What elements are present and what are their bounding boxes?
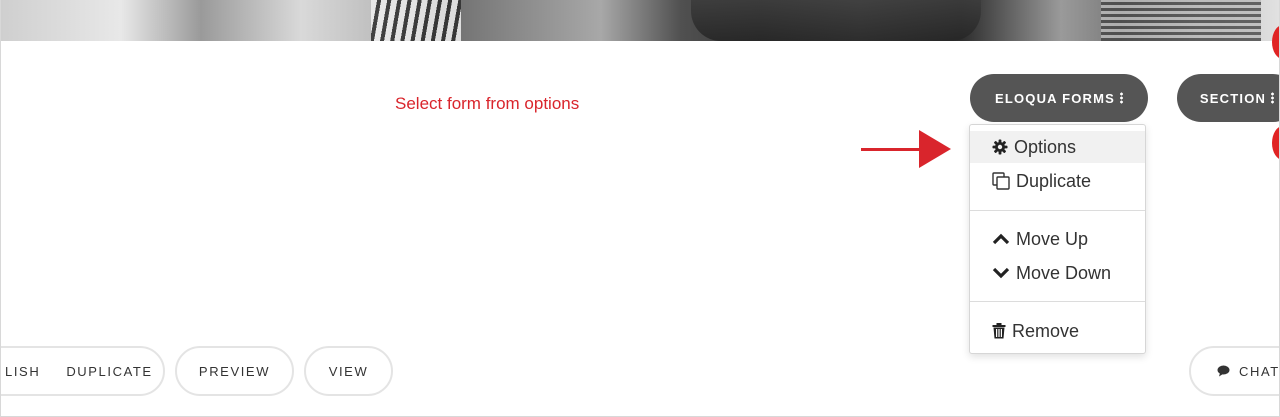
instruction-text: Select form from options (395, 94, 580, 113)
publish-label[interactable]: LISH (5, 364, 40, 379)
hero-image-detail (691, 0, 981, 41)
edit-marker[interactable] (1272, 126, 1279, 160)
chat-label: CHAT (1239, 363, 1280, 379)
menu-item-label: Move Down (1016, 262, 1112, 283)
eloqua-forms-dropdown-menu: Options Duplicate Move Up Move Down Remo… (969, 124, 1146, 354)
arrow-right-icon (861, 148, 923, 151)
hero-image-detail (371, 0, 461, 41)
view-label: VIEW (328, 363, 369, 379)
menu-item-label: Move Up (1016, 228, 1089, 249)
menu-item-label: Options (1014, 136, 1077, 157)
hero-banner-image (1, 0, 1279, 41)
publish-duplicate-button-group[interactable]: LISH DUPLICATE (1, 346, 165, 396)
hero-image-detail (1101, 0, 1261, 41)
menu-item-options[interactable]: Options (970, 131, 1145, 163)
eloqua-forms-label: ELOQUA FORMS (994, 90, 1116, 106)
duplicate-label[interactable]: DUPLICATE (66, 364, 152, 379)
eloqua-forms-button[interactable]: ELOQUA FORMS (970, 74, 1148, 122)
trash-icon (992, 323, 1006, 339)
menu-item-label: Duplicate (1016, 170, 1092, 191)
preview-button[interactable]: PREVIEW (175, 346, 294, 396)
kebab-icon (1120, 92, 1124, 104)
chevron-down-icon (992, 267, 1010, 279)
gear-icon (992, 139, 1008, 155)
copy-icon (992, 172, 1010, 190)
menu-item-move-up[interactable]: Move Up (970, 223, 1145, 255)
section-label: SECTION (1199, 90, 1267, 106)
chat-bubble-icon (1217, 365, 1230, 377)
menu-divider (970, 210, 1145, 211)
page-frame: Select form from options ELOQUA FORMS SE… (0, 0, 1280, 417)
chat-button[interactable]: CHAT (1189, 346, 1280, 396)
arrow-right-icon (919, 130, 951, 168)
menu-item-label: Remove (1012, 320, 1080, 341)
menu-item-move-down[interactable]: Move Down (970, 257, 1145, 289)
section-button[interactable]: SECTION (1177, 74, 1279, 122)
chevron-up-icon (992, 233, 1010, 245)
preview-label: PREVIEW (198, 363, 271, 379)
kebab-icon (1271, 92, 1275, 104)
menu-divider (970, 301, 1145, 302)
menu-item-remove[interactable]: Remove (970, 315, 1145, 347)
menu-item-duplicate[interactable]: Duplicate (970, 165, 1145, 197)
view-button[interactable]: VIEW (304, 346, 393, 396)
